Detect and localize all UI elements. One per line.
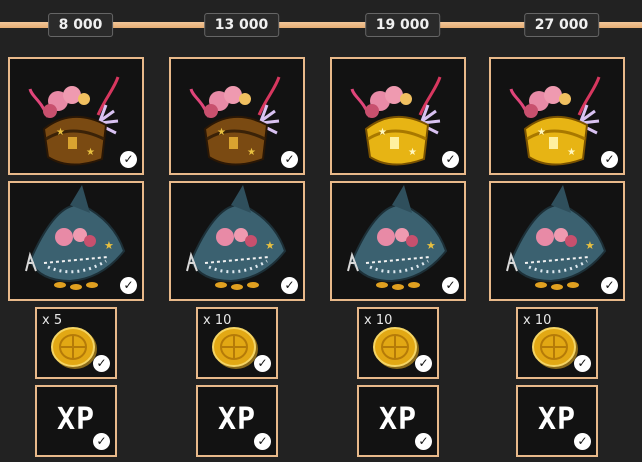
chest-reward-card[interactable]: ★ ★ ✓ [489,57,625,175]
claimed-check-icon: ✓ [120,277,137,294]
shark-reward-card[interactable]: ★ ✓ [8,181,144,301]
chest-reward-card[interactable]: ★ ★ ✓ [330,57,466,175]
xp-reward-card[interactable]: XP ✓ [196,385,278,457]
reward-tier: 19 000 ★ ★ ✓ ★ ✓ x 10 ✓ XP ✓ [322,0,483,462]
reward-tier: 27 000 ★ ★ ✓ ★ ✓ x 10 ✓ XP ✓ [481,0,642,462]
xp-label: XP [378,402,418,437]
claimed-check-icon: ✓ [415,433,432,450]
claimed-check-icon: ✓ [93,433,110,450]
svg-text:★: ★ [426,239,436,252]
xp-reward-card[interactable]: XP ✓ [516,385,598,457]
coin-reward-card[interactable]: x 10 ✓ [516,307,598,379]
claimed-check-icon: ✓ [601,277,618,294]
claimed-check-icon: ✓ [281,277,298,294]
xp-reward-card[interactable]: XP ✓ [357,385,439,457]
claimed-check-icon: ✓ [281,151,298,168]
milestone-points-label: 8 000 [47,13,114,37]
milestone-points-label: 19 000 [364,13,441,37]
shark-reward-card[interactable]: ★ ✓ [169,181,305,301]
xp-label: XP [537,402,577,437]
svg-text:★: ★ [378,127,387,138]
shark-reward-card[interactable]: ★ ✓ [330,181,466,301]
svg-text:★: ★ [104,239,114,252]
reward-tier: 8 000 ★ ★ ✓ ★ ✓ x 5 ✓ XP ✓ [0,0,161,462]
claimed-check-icon: ✓ [442,277,459,294]
svg-text:★: ★ [86,147,95,158]
coin-reward-card[interactable]: x 5 ✓ [35,307,117,379]
svg-text:★: ★ [585,239,595,252]
xp-reward-card[interactable]: XP ✓ [35,385,117,457]
svg-text:★: ★ [56,127,65,138]
svg-text:★: ★ [408,147,417,158]
chest-reward-card[interactable]: ★ ★ ✓ [169,57,305,175]
svg-text:★: ★ [247,147,256,158]
coin-reward-card[interactable]: x 10 ✓ [196,307,278,379]
claimed-check-icon: ✓ [415,355,432,372]
claimed-check-icon: ✓ [574,433,591,450]
svg-text:★: ★ [537,127,546,138]
claimed-check-icon: ✓ [601,151,618,168]
claimed-check-icon: ✓ [120,151,137,168]
claimed-check-icon: ✓ [254,433,271,450]
shark-reward-card[interactable]: ★ ✓ [489,181,625,301]
xp-label: XP [56,402,96,437]
chest-reward-card[interactable]: ★ ★ ✓ [8,57,144,175]
claimed-check-icon: ✓ [93,355,110,372]
milestone-points-label: 13 000 [203,13,280,37]
svg-text:★: ★ [217,127,226,138]
svg-text:★: ★ [567,147,576,158]
milestone-points-label: 27 000 [523,13,600,37]
reward-tier: 13 000 ★ ★ ✓ ★ ✓ x 10 ✓ XP ✓ [161,0,322,462]
svg-text:★: ★ [265,239,275,252]
claimed-check-icon: ✓ [254,355,271,372]
claimed-check-icon: ✓ [442,151,459,168]
coin-reward-card[interactable]: x 10 ✓ [357,307,439,379]
claimed-check-icon: ✓ [574,355,591,372]
xp-label: XP [217,402,257,437]
